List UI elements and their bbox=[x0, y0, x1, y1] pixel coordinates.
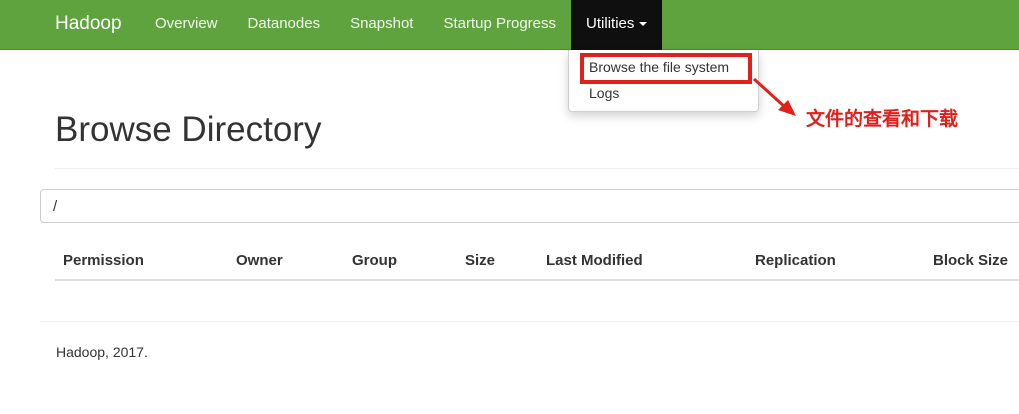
column-header-size[interactable]: Size bbox=[465, 252, 495, 269]
table-header-divider bbox=[55, 279, 1019, 281]
annotation-label: 文件的查看和下载 bbox=[806, 108, 959, 130]
nav-item-overview[interactable]: Overview bbox=[140, 0, 233, 50]
nav-item-startup-progress[interactable]: Startup Progress bbox=[428, 0, 571, 50]
page-title: Browse Directory bbox=[55, 110, 322, 149]
menu-item-browse-file-system[interactable]: Browse the file system bbox=[589, 59, 729, 75]
top-navbar: Hadoop Overview Datanodes Snapshot Start… bbox=[0, 0, 1019, 50]
nav-item-datanodes[interactable]: Datanodes bbox=[233, 0, 336, 50]
column-header-owner[interactable]: Owner bbox=[236, 252, 283, 269]
column-header-block-size[interactable]: Block Size bbox=[933, 252, 1008, 269]
utilities-dropdown-menu: Browse the file system Logs bbox=[568, 50, 759, 112]
footer-divider bbox=[40, 321, 1019, 322]
footer-text: Hadoop, 2017. bbox=[56, 344, 148, 360]
directory-path-input[interactable] bbox=[40, 189, 1019, 223]
nav-item-snapshot[interactable]: Snapshot bbox=[335, 0, 428, 50]
nav-menu: Overview Datanodes Snapshot Startup Prog… bbox=[140, 0, 663, 50]
column-header-replication[interactable]: Replication bbox=[755, 252, 836, 269]
title-divider bbox=[55, 168, 1019, 169]
column-header-last-modified[interactable]: Last Modified bbox=[546, 252, 643, 269]
column-header-permission[interactable]: Permission bbox=[63, 252, 144, 269]
menu-item-logs[interactable]: Logs bbox=[589, 85, 619, 101]
nav-item-utilities-label: Utilities bbox=[586, 15, 635, 32]
nav-item-utilities[interactable]: Utilities bbox=[571, 0, 663, 50]
caret-down-icon bbox=[639, 22, 648, 27]
column-header-group[interactable]: Group bbox=[352, 252, 397, 269]
brand-link[interactable]: Hadoop bbox=[55, 0, 122, 50]
